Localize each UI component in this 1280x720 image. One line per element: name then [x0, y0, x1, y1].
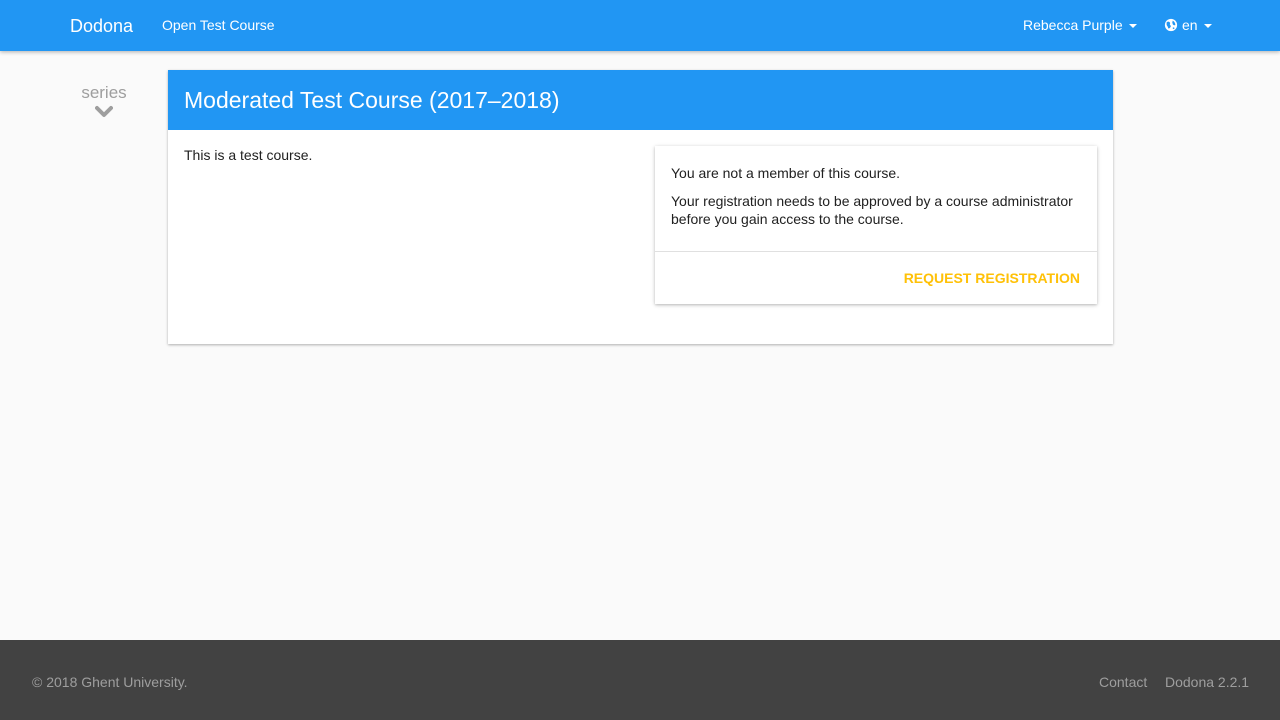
approval-notice: Your registration needs to be approved b… — [671, 193, 1073, 227]
series-label: series — [81, 83, 127, 102]
membership-status: You are not a member of this course. — [671, 165, 901, 181]
version-link[interactable]: Dodona 2.2.1 — [1165, 674, 1249, 690]
divider — [655, 251, 1097, 252]
caret-down-icon — [1203, 24, 1212, 28]
language-label: en — [1182, 17, 1198, 33]
chevron-down-icon — [95, 106, 113, 117]
language-menu-dropdown[interactable]: en — [1164, 17, 1212, 33]
course-card-header: Moderated Test Course (2017–2018) — [168, 70, 1113, 130]
globe-icon — [1164, 18, 1178, 32]
request-registration-button[interactable]: REQUEST REGISTRATION — [904, 270, 1080, 287]
course-card: Moderated Test Course (2017–2018) This i… — [168, 70, 1113, 344]
copyright-text: © 2018 Ghent University. — [32, 674, 188, 690]
registration-card: You are not a member of this course. You… — [655, 146, 1097, 304]
footer: © 2018 Ghent University. Contact Dodona … — [0, 640, 1280, 720]
brand-link[interactable]: Dodona — [70, 15, 133, 37]
top-navbar: Dodona Open Test Course Rebecca Purple e… — [0, 0, 1280, 51]
contact-link[interactable]: Contact — [1099, 674, 1147, 690]
series-toggle[interactable]: series — [70, 83, 138, 119]
course-description: This is a test course. — [184, 147, 313, 163]
caret-down-icon — [1128, 24, 1137, 28]
course-link[interactable]: Open Test Course — [162, 17, 275, 33]
user-menu-dropdown[interactable]: Rebecca Purple — [1023, 17, 1137, 33]
user-name: Rebecca Purple — [1023, 17, 1123, 33]
course-title: Moderated Test Course (2017–2018) — [184, 87, 560, 113]
